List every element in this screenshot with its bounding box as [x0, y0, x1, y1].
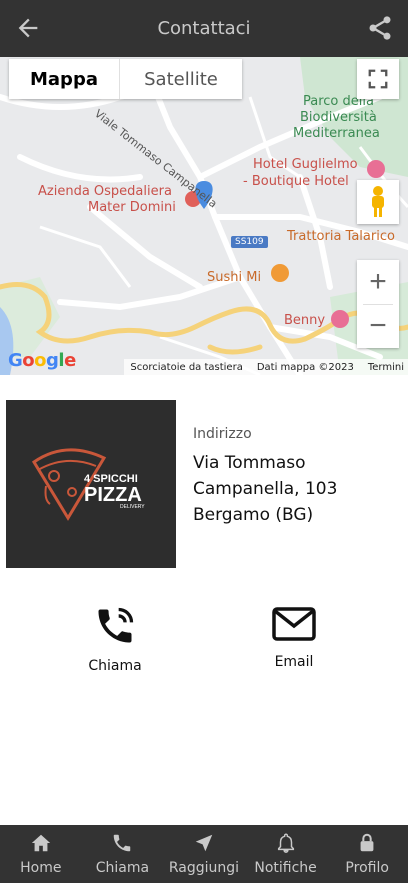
email-label: Email — [274, 654, 314, 670]
phone-call-icon — [98, 607, 134, 643]
page-title: Contattaci — [157, 18, 251, 39]
business-logo: 4 SPICCHI PIZZA DELIVERY — [6, 400, 176, 568]
sushi-label: Sushi Mi — [207, 270, 262, 285]
pizza-slice-icon: 4 SPICCHI PIZZA DELIVERY — [31, 448, 145, 521]
logo-text-line3: DELIVERY — [120, 504, 145, 510]
nav-item-directions[interactable]: Raggiungi — [163, 825, 245, 883]
phone-icon — [114, 834, 131, 852]
hotel-label-line1: Hotel Guglielmo — [253, 157, 358, 172]
fullscreen-button[interactable] — [357, 59, 399, 99]
zoom-controls: + − — [357, 260, 399, 348]
envelope-icon — [272, 607, 316, 641]
bell-icon — [277, 833, 294, 853]
park-label-line2: Biodiversità — [300, 110, 377, 125]
nav-label-call: Chiama — [95, 860, 150, 876]
navigation-arrow-icon — [195, 834, 213, 852]
terms-link[interactable]: Termini — [368, 362, 404, 373]
nav-label-notifications: Notifiche — [254, 860, 317, 876]
top-app-bar: Contattaci — [0, 0, 408, 57]
road-badge: SS109 — [231, 236, 268, 248]
nav-item-notifications[interactable]: Notifiche — [245, 825, 327, 883]
address-line-3: Bergamo (BG) — [193, 505, 314, 525]
address-label: Indirizzo — [193, 426, 252, 442]
home-icon — [31, 834, 50, 852]
street-view-button[interactable] — [357, 180, 399, 224]
pegman-icon — [372, 186, 384, 217]
hospital-label-line2: Mater Domini — [88, 200, 176, 215]
hotel-label-line2: - Boutique Hotel — [243, 174, 349, 189]
trattoria-label: Trattoria Talarico — [287, 229, 395, 244]
email-action-button[interactable]: Email — [239, 604, 349, 670]
keyboard-shortcuts-link[interactable]: Scorciatoie da tastiera — [130, 362, 242, 373]
park-label-line3: Mediterranea — [293, 126, 380, 141]
nav-label-home: Home — [20, 860, 62, 876]
zoom-out-button[interactable]: − — [357, 304, 399, 348]
lock-icon — [360, 833, 374, 852]
address-text: Via Tommaso Campanella, 103 Bergamo (BG) — [193, 450, 393, 528]
benny-label: Benny — [284, 313, 326, 328]
map-type-toggle: Mappa Satellite — [9, 59, 242, 99]
nav-label-directions: Raggiungi — [168, 860, 240, 876]
logo-text-line2: PIZZA — [84, 484, 142, 506]
call-label: Chiama — [88, 658, 142, 674]
call-action-button[interactable]: Chiama — [60, 604, 170, 674]
nav-item-profile[interactable]: Profilo — [326, 825, 408, 883]
zoom-in-button[interactable]: + — [357, 260, 399, 304]
bottom-navigation: Home Chiama Raggiungi Notifiche Profilo — [0, 825, 408, 883]
share-icon[interactable] — [366, 14, 394, 42]
nav-label-profile: Profilo — [345, 860, 389, 876]
address-line-2: Campanella, 103 — [193, 479, 338, 499]
map-type-satellite-button[interactable]: Satellite — [120, 59, 242, 99]
nav-item-call[interactable]: Chiama — [82, 825, 164, 883]
hospital-label-line1: Azienda Ospedaliera — [38, 184, 172, 199]
map-view[interactable]: Viale Tommaso Campanella Azienda Ospedal… — [0, 57, 408, 375]
nav-item-home[interactable]: Home — [0, 825, 82, 883]
back-arrow-icon[interactable] — [14, 14, 42, 42]
map-attribution: Scorciatoie da tastiera Dati mappa ©2023… — [0, 359, 408, 375]
address-line-1: Via Tommaso — [193, 453, 306, 473]
map-data-text: Dati mappa ©2023 — [256, 361, 354, 373]
map-type-map-button[interactable]: Mappa — [9, 59, 120, 99]
fullscreen-icon — [368, 69, 388, 89]
